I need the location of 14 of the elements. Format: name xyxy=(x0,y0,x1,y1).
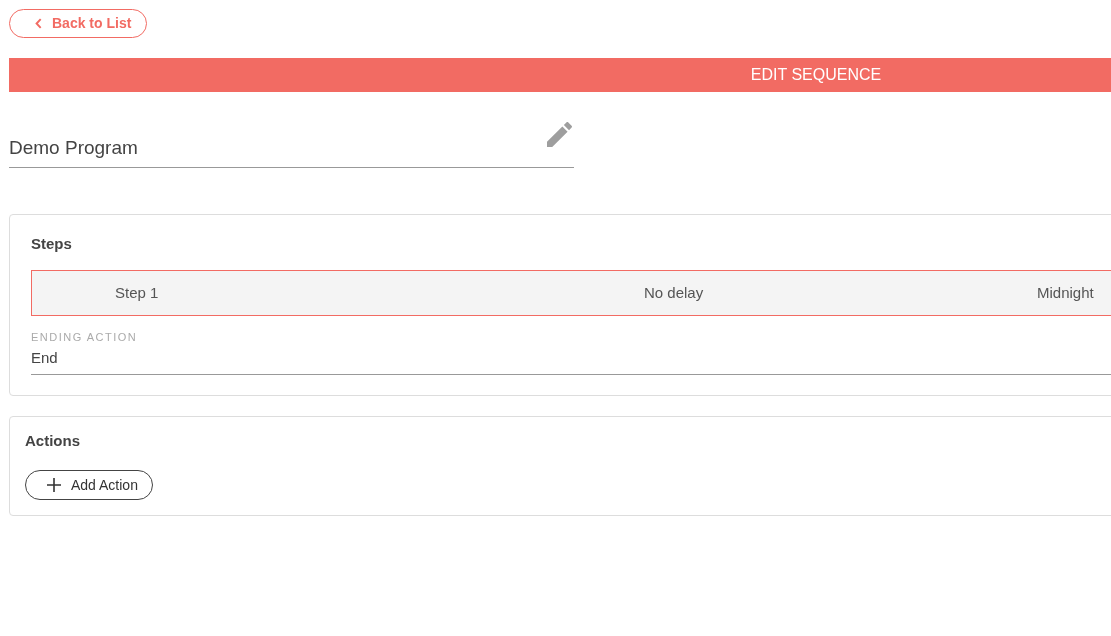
name-field[interactable]: Demo Program xyxy=(9,122,574,168)
add-action-button[interactable]: Add Action xyxy=(25,470,153,500)
steps-title: Steps xyxy=(31,235,73,253)
plus-icon xyxy=(47,478,61,492)
actions-title: Actions xyxy=(25,432,80,450)
step-delay: No delay xyxy=(644,282,705,303)
chevron-left-icon xyxy=(35,18,42,29)
ending-action-label: ENDING ACTION xyxy=(31,330,139,344)
step-row[interactable]: Step 1 No delay Midnight xyxy=(31,270,1111,316)
pencil-icon[interactable] xyxy=(547,122,572,147)
step-name: Step 1 xyxy=(114,282,160,303)
header-title: EDIT SEQUENCE xyxy=(750,65,882,85)
step-time: Midnight xyxy=(1037,282,1095,303)
ending-action-field[interactable]: End xyxy=(31,348,1111,375)
